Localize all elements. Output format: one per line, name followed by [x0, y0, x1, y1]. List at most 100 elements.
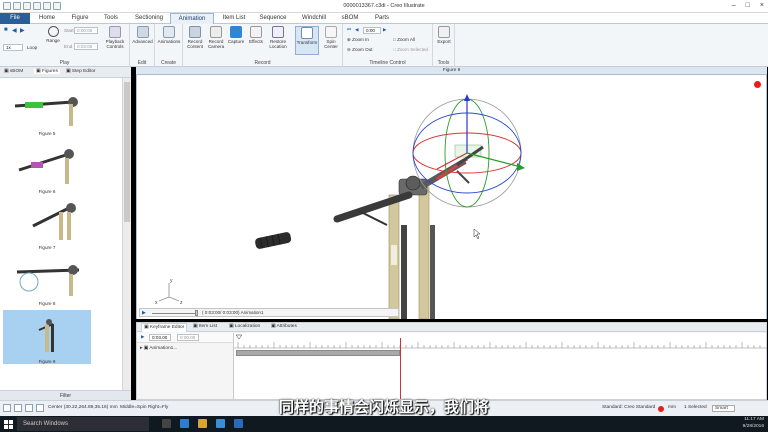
stop-icon[interactable]: ■ — [4, 27, 8, 33]
effects-button[interactable]: Effects — [248, 26, 264, 44]
play-icon[interactable]: ▶ — [20, 27, 25, 34]
figures-scrollbar[interactable] — [122, 78, 131, 390]
video-subtitle: 同样的事情会闪烁显示，我们将 — [278, 398, 489, 416]
advanced-button[interactable]: Advanced — [131, 26, 154, 44]
tab-parts[interactable]: Parts — [370, 13, 394, 24]
maximize-icon[interactable]: □ — [746, 2, 750, 9]
figure-thumbnail[interactable]: Figure 6 — [3, 140, 91, 194]
speed-select[interactable]: 1x — [3, 44, 23, 51]
tab-windchill[interactable]: Windchill — [298, 13, 330, 24]
tab-sbom[interactable]: sBOM — [338, 13, 362, 24]
transform-button[interactable]: Transform — [295, 26, 319, 55]
figure-thumbnail[interactable]: Figure 5 — [3, 82, 91, 136]
playbar-knob[interactable] — [195, 310, 198, 316]
start-time-field[interactable]: 0:00:00 — [74, 27, 98, 34]
export-icon — [438, 26, 450, 38]
system-clock[interactable]: 11:17 AM 9/28/2016 — [743, 417, 764, 430]
edit-group: Advanced Edit — [130, 24, 155, 67]
zoom-selected-button[interactable]: □ Zoom Selected — [393, 47, 428, 52]
scrollbar-thumb[interactable] — [124, 82, 130, 222]
capture-button[interactable]: Capture — [227, 26, 245, 44]
timeline-first-icon[interactable]: ⏮ — [347, 27, 351, 32]
windows-start-icon[interactable] — [4, 420, 13, 429]
timeline-time-field[interactable]: 0:00 — [363, 27, 381, 34]
zoom-in-button[interactable]: ⊕ Zoom In — [347, 37, 369, 43]
playback-controls-button[interactable]: Playback Controls — [102, 26, 128, 50]
keyframe-play-icon[interactable]: ▶ — [141, 334, 145, 340]
minimize-icon[interactable]: – — [732, 2, 736, 9]
tab-figures-panel[interactable]: ▣ Figures — [34, 69, 60, 74]
figure-thumbnail[interactable]: Figure 7 — [3, 196, 91, 250]
range-button[interactable]: Range — [44, 26, 62, 43]
creo-illustrate-taskbar-icon[interactable] — [234, 419, 243, 428]
timeline-cursor[interactable] — [400, 338, 401, 399]
play-icon[interactable]: ▶ — [142, 310, 146, 316]
restore-location-icon — [272, 26, 284, 38]
figure-6-preview — [18, 149, 74, 184]
animation-playbar[interactable]: ▶ ( 0:03:00/ 0:03:00) Animation1 — [139, 308, 399, 317]
tab-figure[interactable]: Figure — [66, 13, 94, 24]
timeline-start-marker-icon[interactable] — [235, 334, 243, 340]
end-time-field[interactable]: 0:03:00 — [74, 43, 98, 50]
tab-sequence[interactable]: Sequence — [256, 13, 290, 24]
task-view-icon[interactable] — [162, 419, 171, 428]
export-button[interactable]: Export — [434, 26, 454, 44]
tab-item-list-panel[interactable]: ▣ Item List — [193, 324, 217, 329]
record-camera-button[interactable]: Record Camera — [206, 26, 226, 50]
animations-button[interactable]: Animations — [156, 26, 182, 44]
zoom-all-button[interactable]: □ Zoom All — [393, 37, 415, 42]
axis-x-label: x — [155, 300, 158, 306]
tab-attributes[interactable]: ▣ Attributes — [271, 324, 297, 329]
timeline-control-group: ⏮ ◀ 0:00 ▶ ⊕ Zoom In □ Zoom All ⊖ Zoom O… — [343, 24, 433, 67]
timeline-ruler — [234, 334, 767, 349]
figure-8-preview — [16, 265, 80, 296]
figure-thumbnail-selected[interactable]: Figure 9 — [3, 310, 91, 364]
keyframe-offset-field[interactable]: 0:00.00 — [177, 334, 199, 341]
store-icon[interactable] — [216, 419, 225, 428]
file-explorer-icon[interactable] — [198, 419, 207, 428]
figure-9-preview — [38, 319, 54, 352]
3d-viewport[interactable]: y x z ▶ ( 0:03:00/ 0:03:00) Animation1 — [136, 75, 767, 319]
axis-y-label: y — [170, 278, 173, 284]
tab-step-editor-panel[interactable]: ▣ Step Editor — [66, 69, 96, 74]
animation-tree-item[interactable]: ▸ ▣ Animation1... — [140, 346, 177, 351]
viewport-title: Figure 9 — [136, 67, 767, 75]
edge-icon[interactable] — [180, 419, 189, 428]
tab-home[interactable]: Home — [34, 13, 60, 24]
animation-segment[interactable] — [236, 350, 400, 356]
play-group: ■ ◀ ▶ 1x Loop Range Start 0:00:00 End 0:… — [0, 24, 130, 67]
figure-thumbnails: Figure 5 Figure 6 Figure 7 Figure 8 Figu… — [0, 78, 122, 390]
timeline-next-icon[interactable]: ▶ — [383, 27, 387, 33]
tab-animation[interactable]: Animation — [170, 13, 214, 24]
zoom-out-button[interactable]: ⊖ Zoom Out — [347, 47, 373, 53]
tab-tools[interactable]: Tools — [100, 13, 122, 24]
left-panel-tabs: ▣ sBOM ▣ Figures ▣ Step Editor — [0, 67, 131, 78]
tab-keyframe-editor[interactable]: ▣ Keyframe Editor — [141, 323, 188, 332]
model-canvas[interactable]: y x z — [137, 75, 767, 319]
taskbar-search-box[interactable]: Search Windows — [17, 417, 149, 431]
camera-icon — [210, 26, 222, 38]
tab-localization[interactable]: ▣ Localization — [229, 324, 260, 329]
close-icon[interactable]: × — [760, 2, 764, 9]
restore-location-button[interactable]: Restore Location — [267, 26, 289, 50]
tab-sbom-panel[interactable]: ▣ sBOM — [4, 69, 23, 74]
loop-button[interactable]: Loop — [27, 45, 37, 50]
tab-sectioning[interactable]: Sectioning — [130, 13, 168, 24]
timeline-prev-icon[interactable]: ◀ — [355, 27, 359, 33]
playbar-track[interactable] — [152, 313, 196, 314]
ribbon-tabs: File Home Figure Tools Sectioning Animat… — [0, 13, 768, 24]
figure-thumbnail[interactable]: Figure 8 — [3, 252, 91, 306]
record-content-icon — [189, 26, 201, 38]
advanced-icon — [136, 26, 149, 38]
playback-controls-icon — [109, 26, 121, 38]
spin-center-button[interactable]: Spin Center — [321, 26, 341, 50]
animations-icon — [163, 26, 175, 38]
step-back-icon[interactable]: ◀ — [12, 27, 17, 34]
axis-z-label: z — [180, 300, 183, 306]
tab-item-list[interactable]: Item List — [218, 13, 250, 24]
keyframe-timeline[interactable] — [233, 333, 767, 399]
keyframe-time-field[interactable]: 0:03.00 — [149, 334, 171, 341]
record-content-button[interactable]: Record Content — [185, 26, 205, 50]
tab-file[interactable]: File — [0, 13, 30, 24]
window-title: 0000013367.c3di - Creo Illustrate — [343, 3, 425, 9]
